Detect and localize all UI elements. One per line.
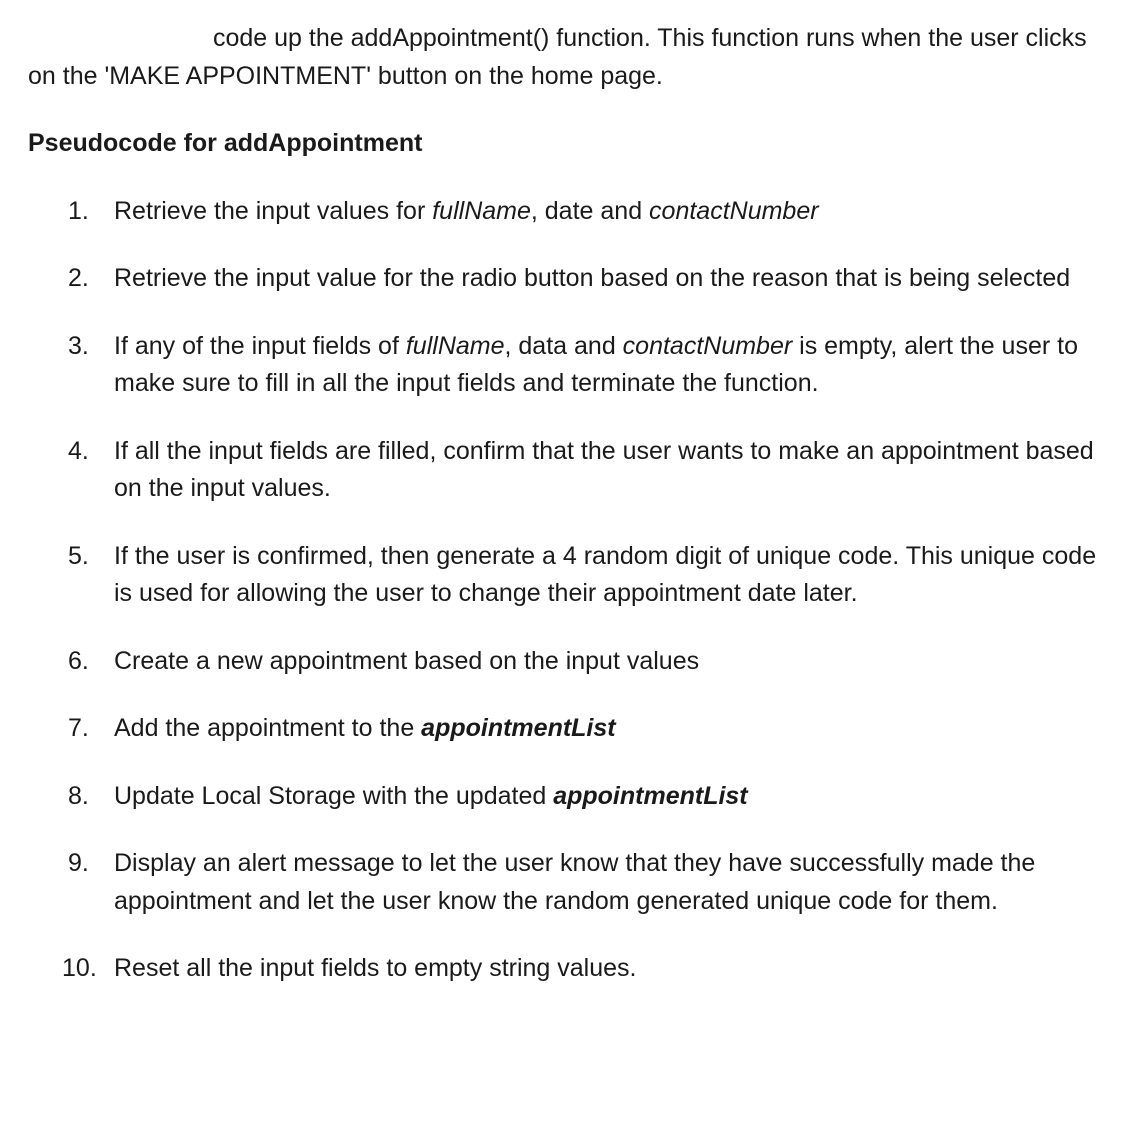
step-text-segment: If all the input fields are filled, conf… bbox=[114, 437, 1094, 503]
step-text-segment: appointmentList bbox=[421, 714, 615, 742]
step-9: Display an alert message to let the user… bbox=[114, 845, 1097, 920]
step-4: If all the input fields are filled, conf… bbox=[114, 433, 1097, 508]
step-1: Retrieve the input values for fullName, … bbox=[114, 193, 1097, 231]
step-5: If the user is confirmed, then generate … bbox=[114, 538, 1097, 613]
step-text-segment: Add the appointment to the bbox=[114, 714, 421, 742]
step-text-segment: Create a new appointment based on the in… bbox=[114, 647, 699, 675]
step-2: Retrieve the input value for the radio b… bbox=[114, 260, 1097, 298]
step-text-segment: Reset all the input fields to empty stri… bbox=[114, 954, 637, 982]
step-6: Create a new appointment based on the in… bbox=[114, 643, 1097, 681]
step-8: Update Local Storage with the updated ap… bbox=[114, 778, 1097, 816]
step-7: Add the appointment to the appointmentLi… bbox=[114, 710, 1097, 748]
intro-paragraph: code up the addAppointment() function. T… bbox=[28, 20, 1097, 95]
step-3: If any of the input fields of fullName, … bbox=[114, 328, 1097, 403]
step-text-segment: Retrieve the input values for bbox=[114, 197, 432, 225]
step-text-segment: fullName bbox=[432, 197, 531, 225]
step-text-segment: appointmentList bbox=[553, 782, 747, 810]
step-text-segment: contactNumber bbox=[649, 197, 819, 225]
step-text-segment: , data and bbox=[505, 332, 623, 360]
step-text-segment: If the user is confirmed, then generate … bbox=[114, 542, 1096, 608]
section-title: Pseudocode for addAppointment bbox=[28, 125, 1097, 163]
pseudocode-list: Retrieve the input values for fullName, … bbox=[28, 193, 1097, 988]
step-text-segment: Retrieve the input value for the radio b… bbox=[114, 264, 1070, 292]
step-text-segment: If any of the input fields of bbox=[114, 332, 406, 360]
step-text-segment: fullName bbox=[406, 332, 505, 360]
intro-text: code up the addAppointment() function. T… bbox=[28, 24, 1087, 90]
step-text-segment: , date and bbox=[531, 197, 649, 225]
step-text-segment: Display an alert message to let the user… bbox=[114, 849, 1035, 915]
step-text-segment: contactNumber bbox=[623, 332, 793, 360]
step-10: Reset all the input fields to empty stri… bbox=[114, 950, 1097, 988]
step-text-segment: Update Local Storage with the updated bbox=[114, 782, 553, 810]
